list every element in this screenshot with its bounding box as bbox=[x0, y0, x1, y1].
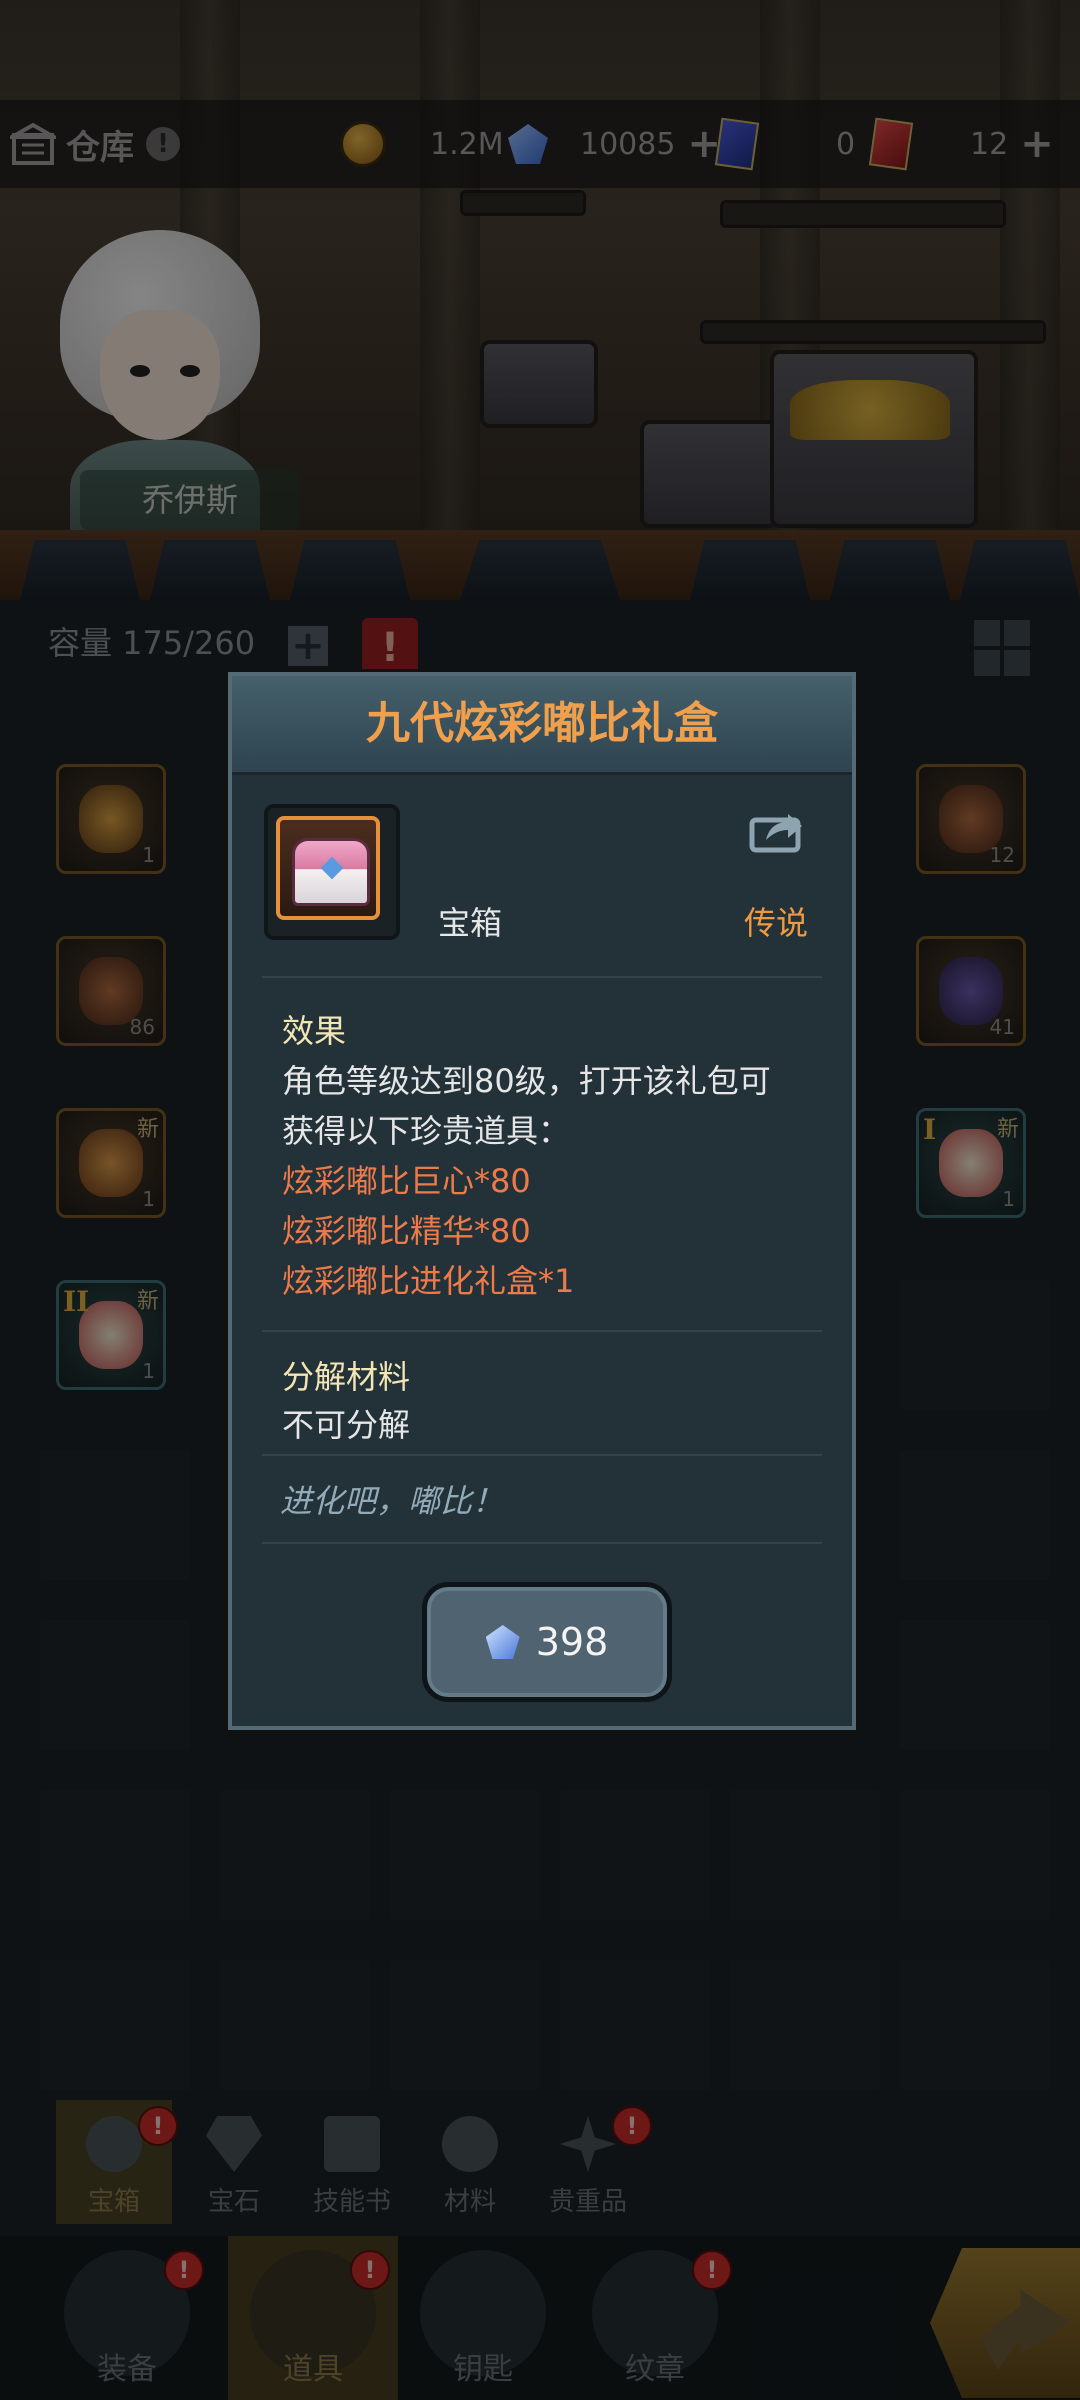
reward-item: 炫彩嘟比精华*80 bbox=[282, 1212, 531, 1250]
divider bbox=[262, 976, 822, 978]
item-icon-frame bbox=[264, 804, 400, 940]
share-icon[interactable] bbox=[748, 806, 804, 854]
dialog-header: 九代炫彩嘟比礼盒 bbox=[232, 676, 852, 775]
flavor-text: 进化吧，嘟比！ bbox=[280, 1482, 505, 1520]
effect-text-line: 角色等级达到80级，打开该礼包可 bbox=[282, 1062, 771, 1100]
item-name: 九代炫彩嘟比礼盒 bbox=[366, 698, 718, 749]
item-rarity: 传说 bbox=[744, 904, 809, 942]
item-detail-dialog: 九代炫彩嘟比礼盒 宝箱 传说 效果 角色等级达到80级，打开该礼包可 获得以下珍… bbox=[228, 672, 856, 1730]
reward-item: 炫彩嘟比进化礼盒*1 bbox=[282, 1262, 575, 1300]
divider bbox=[262, 1330, 822, 1332]
price-value: 398 bbox=[535, 1620, 609, 1664]
reward-item: 炫彩嘟比巨心*80 bbox=[282, 1162, 531, 1200]
effect-text-line: 获得以下珍贵道具： bbox=[282, 1112, 571, 1150]
decompose-title: 分解材料 bbox=[282, 1358, 411, 1396]
decompose-text: 不可分解 bbox=[282, 1406, 411, 1444]
effect-title: 效果 bbox=[282, 1012, 347, 1050]
crystal-icon bbox=[485, 1625, 520, 1659]
price-button[interactable]: 398 bbox=[422, 1582, 672, 1702]
divider bbox=[262, 1542, 822, 1544]
item-category: 宝箱 bbox=[438, 904, 503, 942]
divider bbox=[262, 1454, 822, 1456]
